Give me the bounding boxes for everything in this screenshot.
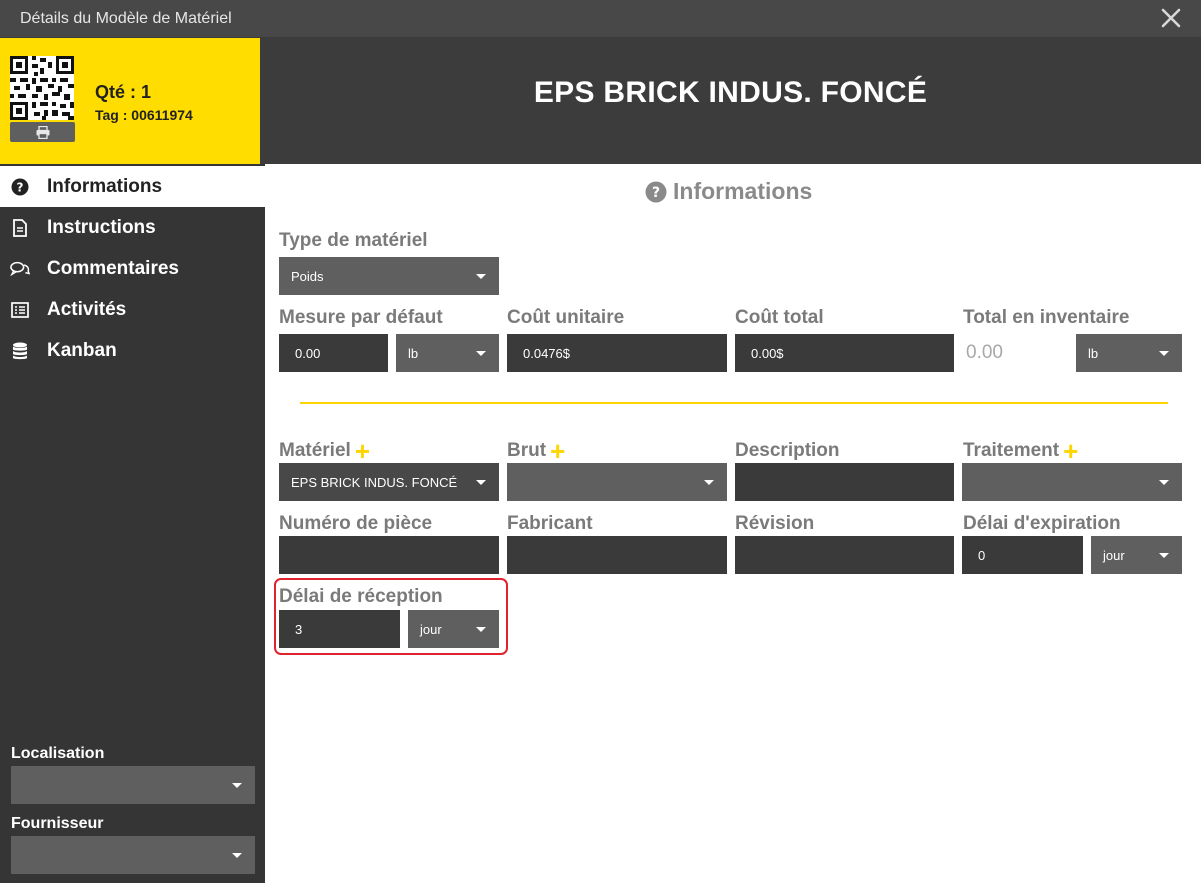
total-cost-input[interactable]: 0.00$ bbox=[735, 334, 954, 372]
inventory-total-value: 0.00 bbox=[966, 342, 1003, 363]
location-select[interactable] bbox=[11, 766, 255, 804]
inventory-total-label: Total en inventaire bbox=[963, 307, 1130, 328]
expiration-delay-label: Délai d'expiration bbox=[963, 513, 1121, 534]
svg-text:?: ? bbox=[17, 180, 24, 194]
sidebar-item-instructions[interactable]: Instructions bbox=[0, 207, 265, 248]
window-title: Détails du Modèle de Matériel bbox=[20, 10, 232, 27]
chevron-down-icon bbox=[476, 274, 486, 279]
model-banner: EPS BRICK INDUS. FONCÉ bbox=[260, 38, 1201, 164]
material-type-value: Poids bbox=[291, 268, 324, 284]
reception-unit-select[interactable]: jour bbox=[408, 610, 499, 648]
sidebar-item-label: Informations bbox=[47, 175, 163, 197]
chevron-down-icon bbox=[1159, 351, 1169, 356]
sidebar-item-label: Kanban bbox=[47, 339, 117, 361]
supplier-label: Fournisseur bbox=[11, 815, 104, 832]
expiration-delay-input[interactable]: 0 bbox=[962, 536, 1083, 574]
tag-number: Tag : 00611974 bbox=[95, 107, 193, 123]
sidebar-item-informations[interactable]: ? Informations bbox=[0, 166, 265, 207]
expiration-unit-select[interactable]: jour bbox=[1091, 536, 1182, 574]
total-cost-value: 0.00$ bbox=[751, 345, 784, 361]
question-circle-icon: ? bbox=[645, 181, 667, 202]
part-number-input[interactable] bbox=[279, 536, 499, 574]
sidebar-item-commentaires[interactable]: Commentaires bbox=[0, 248, 265, 289]
inventory-unit-select[interactable]: lb bbox=[1076, 334, 1182, 372]
chevron-down-icon bbox=[476, 351, 486, 356]
chevron-down-icon bbox=[232, 783, 242, 788]
part-number-label: Numéro de pièce bbox=[279, 513, 433, 534]
unit-cost-input[interactable]: 0.0476$ bbox=[507, 334, 727, 372]
raw-select[interactable] bbox=[507, 463, 727, 501]
chevron-down-icon bbox=[476, 627, 486, 632]
comments-icon bbox=[10, 259, 30, 279]
material-value: EPS BRICK INDUS. FONCÉ bbox=[291, 474, 458, 490]
revision-label: Révision bbox=[735, 513, 815, 534]
unit-cost-label: Coût unitaire bbox=[507, 307, 625, 328]
default-measure-label: Mesure par défaut bbox=[279, 307, 443, 328]
material-label-text: Matériel bbox=[279, 440, 351, 461]
reception-delay-input[interactable]: 3 bbox=[279, 610, 400, 648]
raw-label-text: Brut bbox=[507, 440, 547, 461]
print-button[interactable] bbox=[10, 122, 75, 142]
sidebar-item-kanban[interactable]: Kanban bbox=[0, 330, 265, 371]
treatment-label-text: Traitement bbox=[963, 440, 1060, 461]
sidebar-item-activites[interactable]: Activités bbox=[0, 289, 265, 330]
qr-code-icon bbox=[10, 56, 74, 120]
supplier-select[interactable] bbox=[11, 836, 255, 874]
expiration-delay-value: 0 bbox=[978, 547, 986, 563]
material-type-select[interactable]: Poids bbox=[279, 257, 499, 295]
sidebar-item-label: Instructions bbox=[47, 216, 156, 238]
raw-label: Brut + bbox=[507, 438, 565, 464]
description-input[interactable] bbox=[735, 463, 954, 501]
reception-delay-label: Délai de réception bbox=[279, 586, 443, 607]
printer-icon bbox=[36, 125, 49, 139]
chevron-down-icon bbox=[476, 480, 486, 485]
add-raw-button[interactable]: + bbox=[550, 438, 565, 464]
unit-cost-value: 0.0476$ bbox=[523, 345, 570, 361]
chevron-down-icon bbox=[1159, 480, 1169, 485]
default-measure-value: 0.00 bbox=[295, 345, 321, 361]
sidebar-item-label: Commentaires bbox=[47, 257, 179, 279]
question-circle-icon: ? bbox=[10, 177, 30, 197]
tag-panel: Qté : 1 Tag : 00611974 bbox=[0, 38, 260, 164]
inventory-unit: lb bbox=[1088, 345, 1099, 361]
manufacturer-input[interactable] bbox=[507, 536, 727, 574]
material-select[interactable]: EPS BRICK INDUS. FONCÉ bbox=[279, 463, 499, 501]
reception-delay-value: 3 bbox=[295, 621, 303, 637]
reception-unit: jour bbox=[420, 621, 442, 637]
material-type-label: Type de matériel bbox=[279, 230, 428, 251]
svg-text:?: ? bbox=[652, 185, 660, 201]
total-cost-label: Coût total bbox=[735, 307, 824, 328]
chevron-down-icon bbox=[704, 480, 714, 485]
default-measure-input[interactable]: 0.00 bbox=[279, 334, 388, 372]
default-measure-unit-select[interactable]: lb bbox=[396, 334, 499, 372]
add-treatment-button[interactable]: + bbox=[1063, 438, 1078, 464]
manufacturer-label: Fabricant bbox=[507, 513, 593, 534]
chevron-down-icon bbox=[1159, 553, 1169, 558]
section-divider bbox=[300, 402, 1168, 404]
model-title: EPS BRICK INDUS. FONCÉ bbox=[533, 76, 928, 109]
default-measure-unit: lb bbox=[408, 345, 419, 361]
sidebar-item-label: Activités bbox=[47, 298, 127, 320]
document-icon bbox=[10, 218, 30, 238]
section-title: Informations bbox=[673, 178, 813, 204]
treatment-select[interactable] bbox=[962, 463, 1182, 501]
chevron-down-icon bbox=[232, 853, 242, 858]
expiration-unit: jour bbox=[1103, 547, 1125, 563]
revision-input[interactable] bbox=[735, 536, 954, 574]
description-label: Description bbox=[735, 440, 840, 461]
treatment-label: Traitement + bbox=[963, 438, 1078, 464]
list-icon bbox=[10, 300, 30, 320]
location-label: Localisation bbox=[11, 745, 105, 762]
material-label: Matériel + bbox=[279, 438, 370, 464]
sidebar: ? Informations Instructions Commentaires… bbox=[0, 164, 265, 883]
quantity-label: Qté : 1 bbox=[95, 82, 152, 102]
section-heading: ? Informations bbox=[645, 178, 812, 205]
close-icon[interactable] bbox=[1159, 6, 1183, 30]
database-icon bbox=[10, 341, 30, 361]
add-material-button[interactable]: + bbox=[355, 438, 370, 464]
window-titlebar: Détails du Modèle de Matériel bbox=[0, 0, 1201, 38]
